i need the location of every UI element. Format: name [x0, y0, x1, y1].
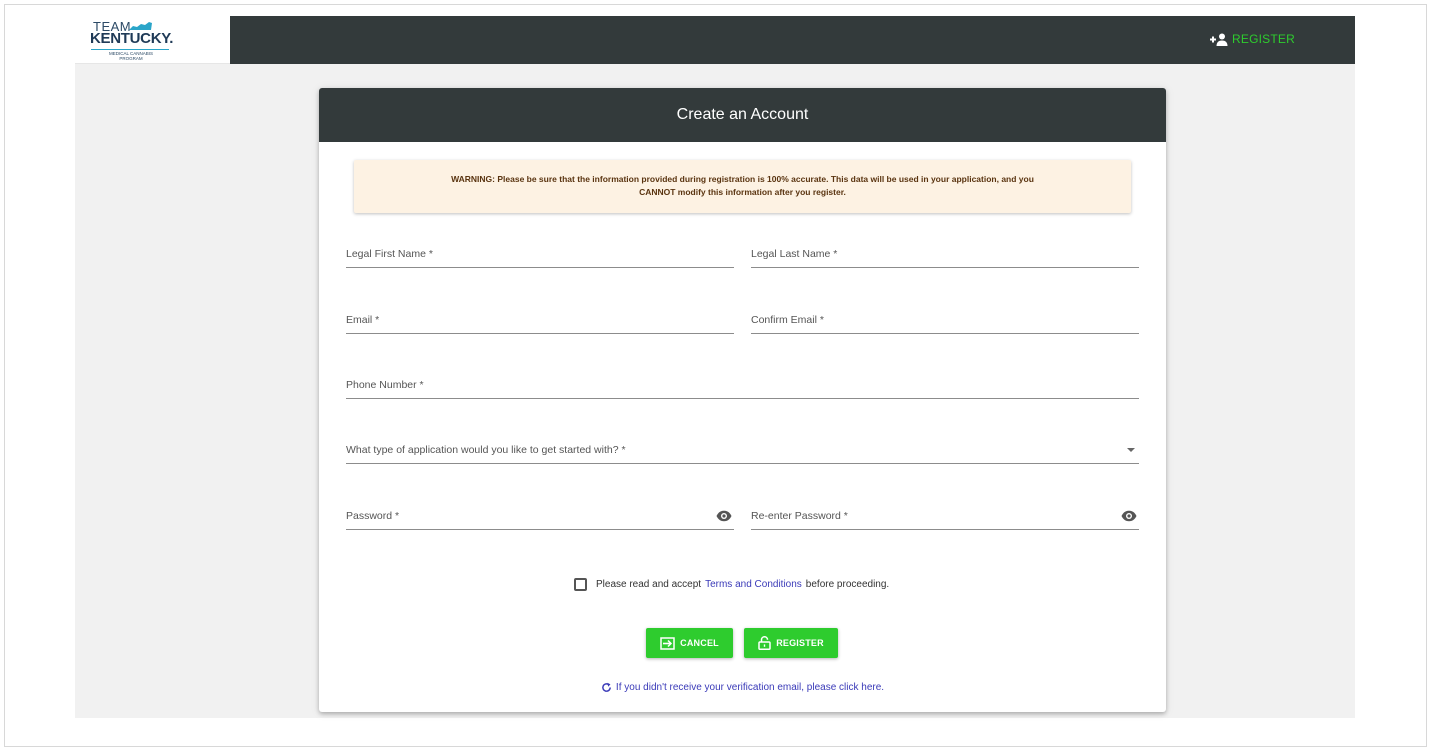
- register-button[interactable]: REGISTER: [744, 628, 838, 658]
- terms-checkbox[interactable]: [574, 578, 587, 591]
- application-type-label: What type of application would you like …: [346, 444, 626, 456]
- nav-register-link[interactable]: REGISTER: [1210, 32, 1295, 46]
- logo-kentucky-text: KENTUCKY.: [90, 30, 174, 47]
- resend-verification-link[interactable]: If you didn't receive your verification …: [319, 682, 1166, 693]
- logo-divider: [91, 49, 169, 50]
- create-account-card: Create an Account WARNING: Please be sur…: [319, 88, 1166, 712]
- password-field[interactable]: Password *: [346, 506, 734, 530]
- registration-warning: WARNING: Please be sure that the informa…: [354, 160, 1131, 213]
- team-kentucky-logo[interactable]: TEAM KENTUCKY. MEDICAL CANNABIS PROGRAM: [75, 16, 230, 64]
- top-navbar: TEAM KENTUCKY. MEDICAL CANNABIS PROGRAM …: [75, 16, 1355, 64]
- terms-prefix: Please read and accept: [596, 579, 702, 590]
- email-field[interactable]: Email *: [346, 310, 734, 334]
- terms-link[interactable]: Terms and Conditions: [705, 579, 802, 590]
- last-name-field[interactable]: Legal Last Name *: [751, 244, 1139, 268]
- nav-register-label: REGISTER: [1232, 32, 1295, 46]
- logo-subtitle-line2: PROGRAM: [119, 56, 143, 61]
- last-name-input[interactable]: [751, 244, 1139, 267]
- terms-suffix: before proceeding.: [805, 579, 890, 590]
- warning-line1: WARNING: Please be sure that the informa…: [451, 174, 1034, 184]
- confirm-email-input[interactable]: [751, 310, 1139, 333]
- cancel-button[interactable]: CANCEL: [646, 628, 733, 658]
- lock-open-icon: [758, 636, 771, 650]
- first-name-field[interactable]: Legal First Name *: [346, 244, 734, 268]
- card-title: Create an Account: [319, 88, 1166, 142]
- confirm-email-field[interactable]: Confirm Email *: [751, 310, 1139, 334]
- add-user-icon: [1210, 33, 1228, 46]
- phone-number-field[interactable]: Phone Number *: [346, 375, 1139, 399]
- reenter-password-field[interactable]: Re-enter Password *: [751, 506, 1139, 530]
- logo-subtitle: MEDICAL CANNABIS PROGRAM: [89, 51, 173, 61]
- app-shell: TEAM KENTUCKY. MEDICAL CANNABIS PROGRAM …: [75, 16, 1355, 718]
- reenter-password-input[interactable]: [751, 506, 1139, 529]
- first-name-input[interactable]: [346, 244, 734, 267]
- application-type-select[interactable]: What type of application would you like …: [346, 440, 1139, 464]
- phone-number-input[interactable]: [346, 375, 1139, 398]
- eye-icon[interactable]: [1121, 510, 1137, 522]
- chevron-down-icon: [1127, 448, 1135, 452]
- eye-icon[interactable]: [716, 510, 732, 522]
- refresh-icon: [602, 682, 611, 692]
- password-input[interactable]: [346, 506, 734, 529]
- email-input[interactable]: [346, 310, 734, 333]
- resend-verification-text: If you didn't receive your verification …: [615, 682, 885, 693]
- warning-line2: CANNOT modify this information after you…: [639, 187, 846, 197]
- register-label: REGISTER: [776, 638, 824, 648]
- exit-icon: [660, 636, 675, 650]
- cancel-label: CANCEL: [680, 638, 719, 648]
- terms-row: Please read and accept Terms and Conditi…: [574, 578, 889, 591]
